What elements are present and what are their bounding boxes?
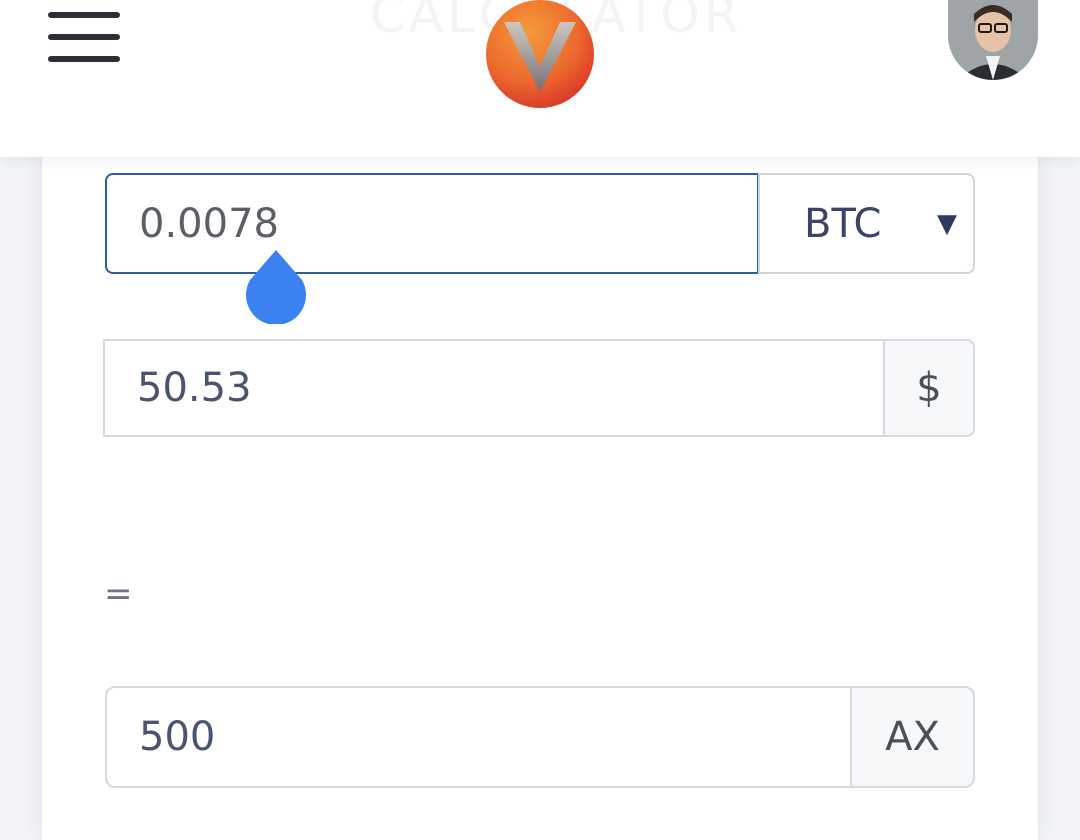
crypto-amount-input[interactable]: 0.0078 bbox=[105, 173, 759, 274]
fiat-currency-addon: $ bbox=[883, 339, 975, 437]
result-amount-value: 500 bbox=[139, 714, 216, 760]
v-logo-icon[interactable] bbox=[486, 0, 594, 108]
app-header: CALCULATOR bbox=[0, 0, 1080, 157]
hamburger-menu-icon[interactable] bbox=[48, 12, 120, 64]
result-unit-addon: AX bbox=[850, 686, 975, 788]
user-avatar[interactable] bbox=[948, 0, 1038, 80]
fiat-amount-value: 50.53 bbox=[137, 365, 252, 411]
text-selection-handle[interactable] bbox=[246, 250, 306, 324]
fiat-amount-input[interactable]: 50.53 bbox=[103, 339, 885, 437]
chevron-down-icon: ▼ bbox=[937, 208, 957, 239]
equals-sign: = bbox=[104, 574, 133, 614]
crypto-currency-value: BTC bbox=[804, 200, 882, 247]
crypto-currency-select[interactable]: BTC ▼ bbox=[758, 173, 975, 274]
dollar-symbol: $ bbox=[916, 365, 942, 411]
crypto-amount-value: 0.0078 bbox=[139, 200, 279, 247]
result-amount-input[interactable]: 500 bbox=[105, 686, 852, 788]
result-unit-label: AX bbox=[885, 714, 940, 760]
